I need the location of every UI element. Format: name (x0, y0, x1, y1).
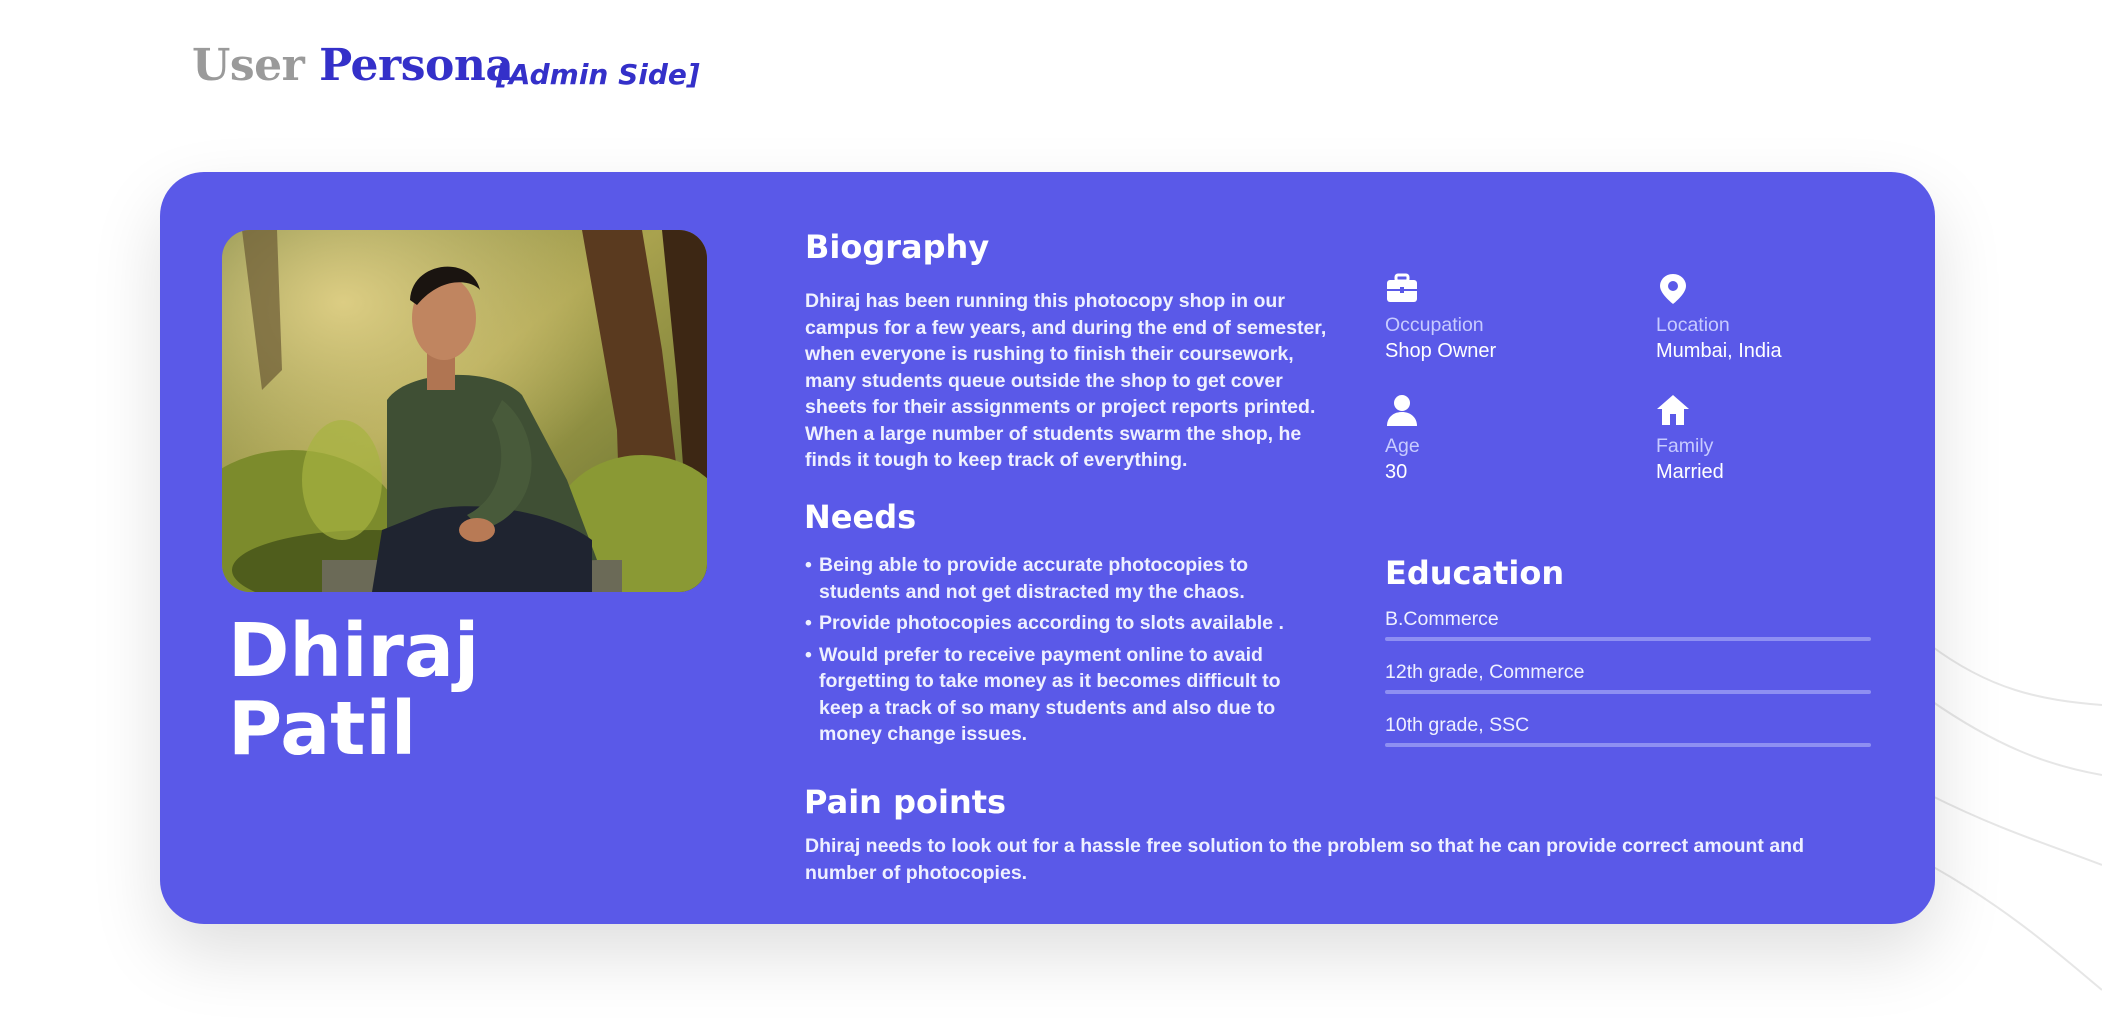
location-pin-icon (1660, 274, 1686, 304)
persona-first-name: Dhiraj (228, 608, 480, 694)
family-value: Married (1656, 461, 1724, 483)
briefcase-icon (1387, 273, 1417, 302)
age-value: 30 (1385, 461, 1408, 483)
education-divider (1385, 743, 1871, 747)
pain-points-text: Dhiraj needs to look out for a hassle fr… (805, 835, 1804, 884)
education-item-label: 12th grade, Commerce (1385, 661, 1585, 683)
home-icon (1657, 395, 1689, 425)
page-title: User Persona (192, 40, 514, 91)
location-label: Location (1656, 314, 1730, 336)
education-item: 12th grade, Commerce (1385, 660, 1871, 694)
education-divider (1385, 690, 1871, 694)
needs-item: Would prefer to receive payment online t… (805, 642, 1320, 748)
age-info: Age 30 (1385, 393, 1645, 485)
occupation-info: Occupation Shop Owner (1385, 272, 1645, 364)
family-label: Family (1656, 435, 1714, 457)
page-title-persona: Persona (319, 40, 514, 91)
family-info: Family Married (1656, 393, 1916, 485)
location-info: Location Mumbai, India (1656, 272, 1916, 364)
person-icon (1387, 395, 1417, 426)
needs-item: Being able to provide accurate photocopi… (805, 552, 1320, 605)
education-heading: Education (1385, 554, 1565, 592)
education-item-label: 10th grade, SSC (1385, 714, 1530, 736)
location-value: Mumbai, India (1656, 340, 1782, 362)
biography-text: Dhiraj has been running this photocopy s… (805, 290, 1327, 471)
pain-points-heading: Pain points (804, 783, 1007, 821)
education-divider (1385, 637, 1871, 641)
needs-heading: Needs (804, 498, 917, 536)
occupation-value: Shop Owner (1385, 340, 1497, 362)
persona-card: Dhiraj Patil Biography Dhiraj has been r… (160, 172, 1935, 924)
persona-photo (222, 230, 707, 592)
persona-name: Dhiraj Patil (228, 612, 479, 768)
needs-list: Being able to provide accurate photocopi… (805, 552, 1320, 753)
education-item: 10th grade, SSC (1385, 713, 1871, 747)
education-item-label: B.Commerce (1385, 608, 1499, 630)
page-title-user: User (192, 40, 305, 91)
persona-last-name: Patil (228, 686, 417, 772)
age-label: Age (1385, 435, 1420, 457)
persona-photo-illustration (222, 230, 707, 592)
biography-heading: Biography (805, 228, 990, 266)
needs-item: Provide photocopies according to slots a… (805, 610, 1320, 637)
page-subtitle: [Admin Side] (496, 58, 700, 91)
education-item: B.Commerce (1385, 607, 1871, 641)
occupation-label: Occupation (1385, 314, 1484, 336)
